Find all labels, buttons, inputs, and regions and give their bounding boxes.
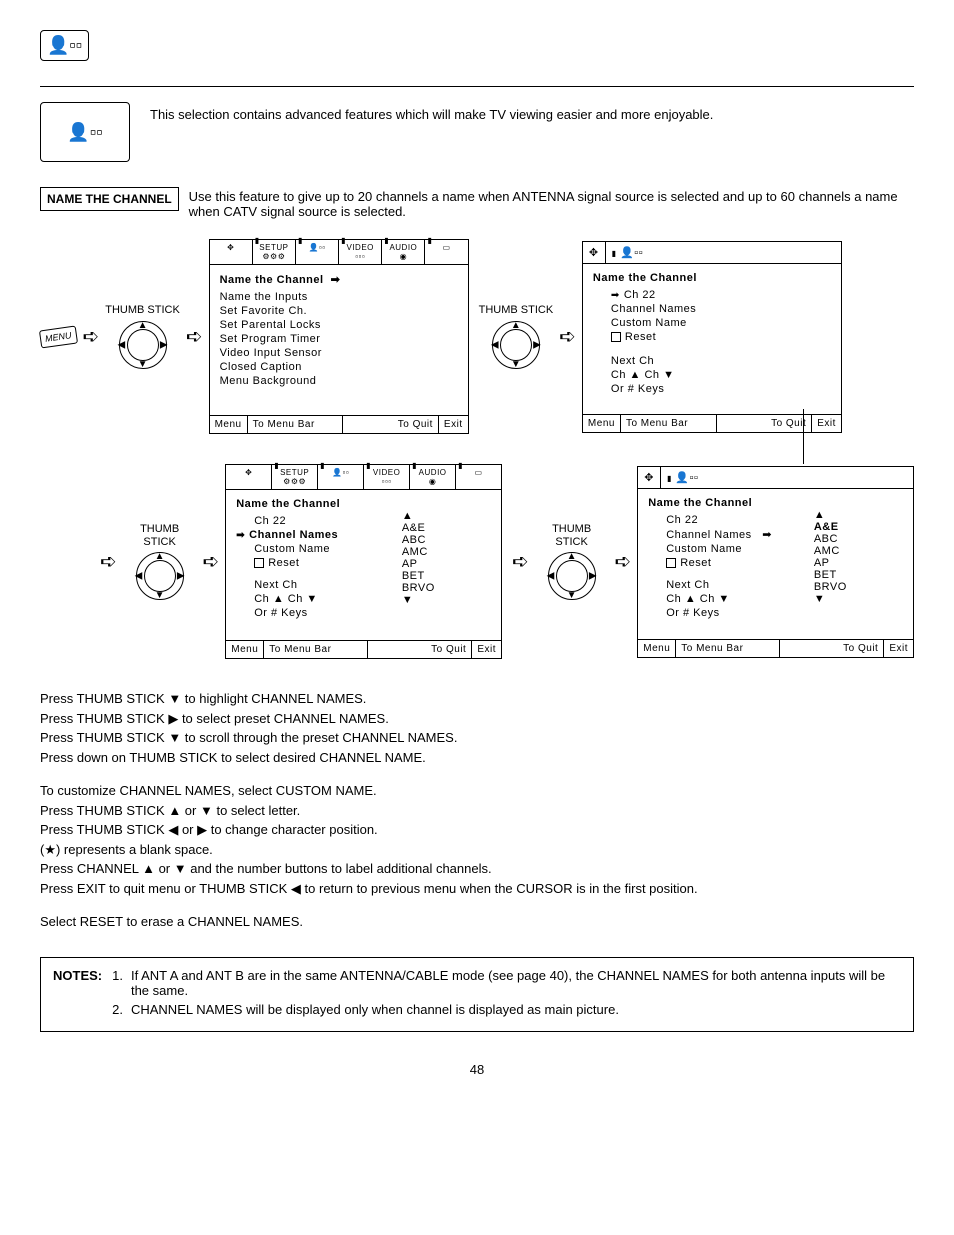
tab-pip: ▮▭ [425,240,467,264]
instructions: Press THUMB STICK ▼ to highlight CHANNEL… [40,689,914,932]
arrow-icon: ➪ [186,324,203,349]
tab-pip: ▮▭ [456,465,501,489]
tab-audio: ▮AUDIO◉ [382,240,425,264]
tab-setup: ▮SETUP⚙⚙⚙ [272,465,318,489]
arrow-icon: ➪ [614,549,631,574]
tab-video: ▮VIDEO▫▫▫ [364,465,410,489]
arrow-icon: ➪ [512,549,529,574]
tab-move: ✥ [583,242,606,263]
tab-custom: ▮ 👤▫▫ [661,467,704,488]
menu-key: MENU [39,325,78,348]
connector-line [803,409,804,464]
note-item: 2.CHANNEL NAMES will be displayed only w… [112,1002,901,1017]
arrow-icon: ➪ [83,324,100,349]
custom-menu-icon: 👤▫▫ [40,102,130,162]
tab-video: ▮VIDEO▫▫▫ [339,240,382,264]
tab-custom: ▮👤▫▫ [318,465,364,489]
notes-label: NOTES: [53,968,102,1021]
tab-custom: ▮ 👤▫▫ [606,242,649,263]
note-item: 1.If ANT A and ANT B are in the same ANT… [112,968,901,998]
feature-label: NAME THE CHANNEL [40,187,179,211]
tab-custom: ▮👤▫▫ [296,240,339,264]
screens-row-1: MENU ➪ THUMB STICK ▲▼◀▶ ➪ ✥ ▮SETUP⚙⚙⚙ ▮👤… [40,239,914,434]
notes-box: NOTES: 1.If ANT A and ANT B are in the s… [40,957,914,1032]
tv-screen-3: ✥ ▮SETUP⚙⚙⚙ ▮👤▫▫ ▮VIDEO▫▫▫ ▮AUDIO◉ ▮▭ Na… [225,464,502,659]
tv-screen-2: ✥ ▮ 👤▫▫ Name the Channel Ch 22 Channel N… [582,241,842,433]
intro-section: 👤▫▫ This selection contains advanced fea… [40,86,914,177]
feature-row: NAME THE CHANNEL Use this feature to giv… [40,187,914,219]
screens-row-2: ➪ THUMB STICK ▲▼◀▶ ➪ ✥ ▮SETUP⚙⚙⚙ ▮👤▫▫ ▮V… [40,464,914,659]
arrow-icon: ➪ [559,324,576,349]
thumb-stick-4: THUMB STICK ▲▼◀▶ [535,523,609,599]
tab-setup: ▮SETUP⚙⚙⚙ [253,240,296,264]
thumb-stick-2: THUMB STICK ▲▼◀▶ [479,304,554,368]
tv-screen-1: ✥ ▮SETUP⚙⚙⚙ ▮👤▫▫ ▮VIDEO▫▫▫ ▮AUDIO◉ ▮▭ Na… [209,239,469,434]
thumb-stick-3: THUMB STICK ▲▼◀▶ [123,523,197,599]
tab-move: ✥ [638,467,661,488]
page-number: 48 [40,1062,914,1077]
intro-text: This selection contains advanced feature… [150,102,914,162]
feature-desc: Use this feature to give up to 20 channe… [189,187,914,219]
thumb-stick-1: THUMB STICK ▲▼◀▶ [105,304,180,368]
header-icon: 👤▫▫ [40,30,89,61]
tab-move: ✥ [226,465,272,489]
tab-move: ✥ [210,240,253,264]
tab-audio: ▮AUDIO◉ [410,465,456,489]
tv-screen-4: ✥ ▮ 👤▫▫ Name the Channel Ch 22 Channel N… [637,466,914,658]
arrow-icon: ➪ [202,549,219,574]
arrow-icon: ➪ [100,549,117,574]
